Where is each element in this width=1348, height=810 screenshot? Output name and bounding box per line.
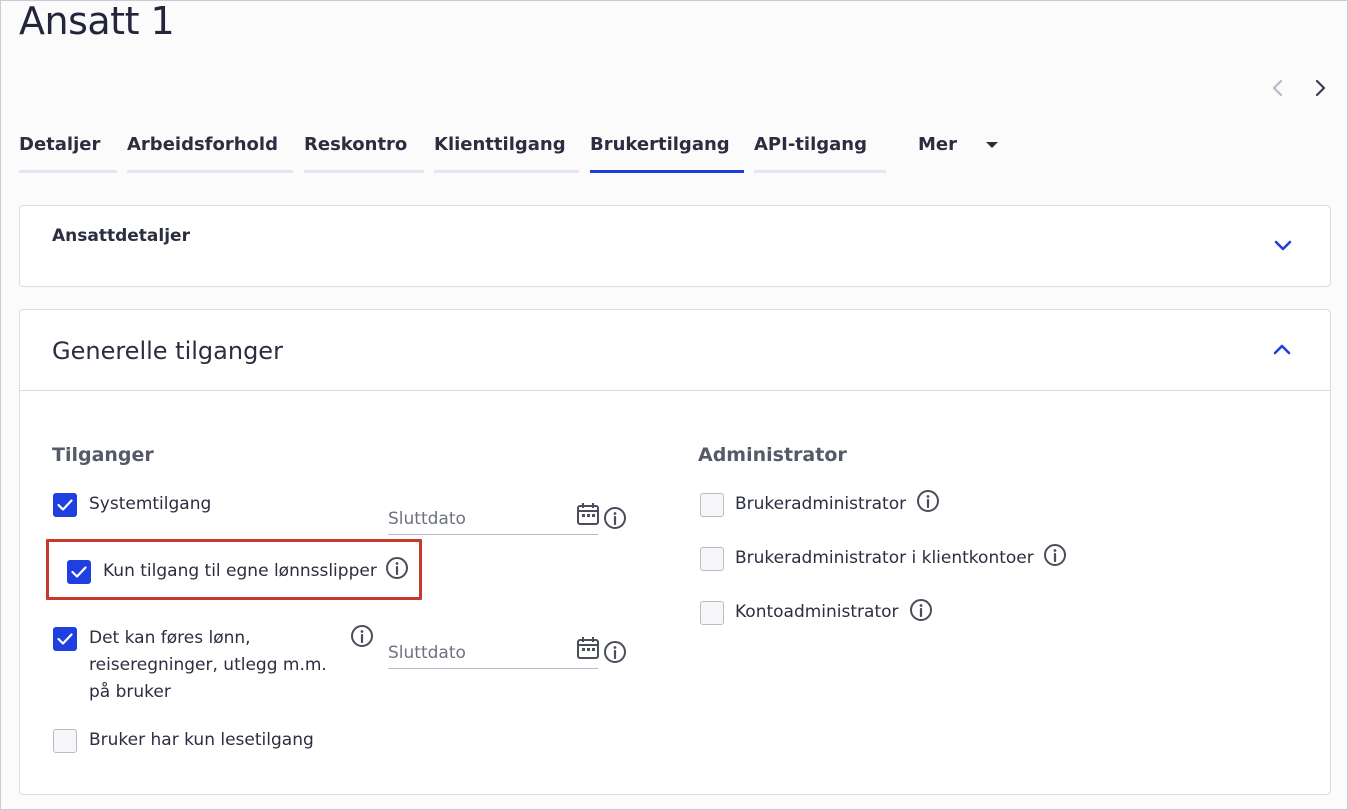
tab-label: Klienttilgang — [434, 134, 566, 155]
info-icon[interactable] — [1043, 543, 1067, 567]
previous-employee-button[interactable] — [1267, 77, 1289, 99]
info-icon[interactable] — [916, 489, 940, 513]
calendar-icon[interactable] — [576, 635, 600, 661]
tab-underline — [434, 170, 579, 173]
system-access-end-date-input[interactable] — [388, 507, 558, 531]
tab-arbeidsforhold[interactable]: Arbeidsforhold — [127, 129, 293, 173]
own-payslips-checkbox[interactable] — [67, 560, 91, 584]
check-icon — [57, 499, 73, 511]
system-access-label: Systemtilgang — [89, 494, 212, 514]
panel-title: Generelle tilganger — [52, 337, 283, 365]
access-heading: Tilganger — [52, 444, 154, 466]
tab-label: Arbeidsforhold — [127, 134, 278, 155]
next-employee-button[interactable] — [1309, 77, 1331, 99]
tab-api-tilgang[interactable]: API-tilgang — [754, 129, 886, 173]
employee-details-panel: Ansattdetaljer — [19, 205, 1331, 287]
chevron-right-icon — [1315, 79, 1326, 97]
tab-underline — [754, 170, 886, 173]
tab-underline — [19, 170, 117, 173]
tab-reskontro[interactable]: Reskontro — [304, 129, 424, 173]
client-account-user-admin-checkbox[interactable] — [700, 547, 724, 571]
info-icon[interactable] — [350, 624, 374, 648]
tab-more-dropdown[interactable]: Mer — [918, 129, 1008, 169]
account-admin-label: Kontoadministrator — [735, 602, 899, 622]
payroll-end-date-input[interactable] — [388, 641, 558, 665]
tab-underline — [127, 170, 293, 173]
user-admin-label: Brukeradministrator — [735, 494, 907, 514]
info-icon[interactable] — [603, 640, 627, 664]
check-icon — [57, 633, 73, 645]
system-access-checkbox[interactable] — [53, 493, 77, 517]
calendar-icon[interactable] — [576, 501, 600, 527]
caret-down-icon — [986, 142, 998, 148]
tab-detaljer[interactable]: Detaljer — [19, 129, 117, 173]
tab-label: API-tilgang — [754, 134, 867, 155]
tab-more-label: Mer — [918, 134, 957, 155]
tab-klienttilgang[interactable]: Klienttilgang — [434, 129, 579, 173]
page-frame: Ansatt 1 Detaljer Arbeidsforhold Reskont… — [0, 0, 1348, 810]
page-title: Ansatt 1 — [19, 0, 175, 43]
payroll-end-date-field[interactable] — [388, 635, 600, 669]
check-icon — [71, 566, 87, 578]
own-payslips-label: Kun tilgang til egne lønnsslipper — [103, 561, 377, 581]
collapse-general-access-button[interactable] — [1271, 339, 1293, 361]
panel-divider — [20, 390, 1330, 391]
payroll-on-user-checkbox[interactable] — [53, 627, 77, 651]
client-account-user-admin-label: Brukeradministrator i klientkontoer — [735, 548, 1034, 568]
tab-label: Detaljer — [19, 134, 101, 155]
chevron-up-icon — [1273, 344, 1291, 355]
read-only-label: Bruker har kun lesetilgang — [89, 730, 314, 750]
payroll-on-user-label: Det kan føres lønn, reiseregninger, utle… — [89, 628, 327, 702]
tab-label: Reskontro — [304, 134, 408, 155]
tab-underline — [304, 170, 424, 173]
tab-underline-active — [590, 170, 744, 173]
system-access-end-date-field[interactable] — [388, 501, 600, 535]
tab-brukertilgang[interactable]: Brukertilgang — [590, 129, 744, 173]
administrator-heading: Administrator — [698, 444, 847, 466]
tab-bar: Detaljer Arbeidsforhold Reskontro Klient… — [19, 129, 1019, 175]
chevron-down-icon — [1274, 240, 1292, 251]
info-icon[interactable] — [603, 506, 627, 530]
user-admin-checkbox[interactable] — [700, 493, 724, 517]
read-only-checkbox[interactable] — [53, 729, 77, 753]
chevron-left-icon — [1272, 79, 1283, 97]
panel-title: Ansattdetaljer — [52, 226, 190, 246]
info-icon[interactable] — [909, 598, 933, 622]
account-admin-checkbox[interactable] — [700, 601, 724, 625]
tab-label: Brukertilgang — [590, 134, 730, 155]
info-icon[interactable] — [385, 556, 409, 580]
expand-employee-details-button[interactable] — [1272, 234, 1294, 256]
